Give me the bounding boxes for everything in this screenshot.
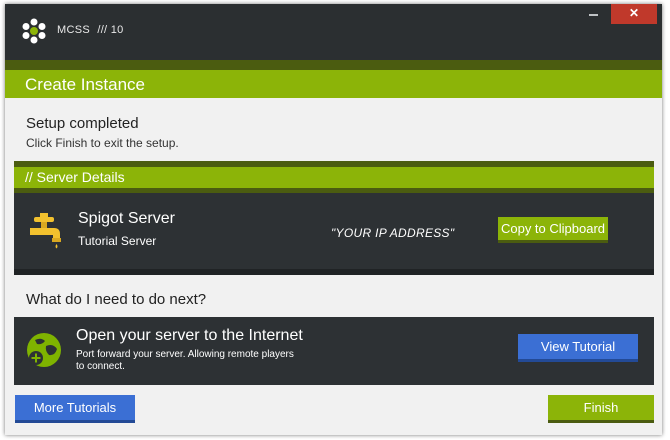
server-details-title: // Server Details [25,169,125,185]
close-icon: ✕ [628,6,640,20]
copy-to-clipboard-button[interactable]: Copy to Clipboard [498,217,608,243]
port-forward-description: Port forward your server. Allowing remot… [76,349,294,372]
minimize-button[interactable] [585,6,603,20]
globe-plus-icon [27,333,61,367]
app-window: MCSS /// 10 ✕ Create Instance Setup comp… [5,4,662,435]
server-type: Tutorial Server [78,234,157,248]
page-title: Create Instance [25,75,146,94]
server-ip-address: "YOUR IP ADDRESS" [331,226,455,240]
app-title: MCSS /// 10 [57,24,124,36]
port-forward-panel: Open your server to the Internet Port fo… [14,317,654,385]
minimize-icon [589,14,598,16]
next-steps-title: What do I need to do next? [26,291,207,308]
more-tutorials-button[interactable]: More Tutorials [15,395,135,423]
server-details-header: // Server Details [14,167,654,188]
title-bar: MCSS /// 10 ✕ [5,4,662,60]
server-panel-bottom-edge [14,269,654,275]
setup-status-title: Setup completed [26,115,139,132]
header-stripe [5,60,662,70]
app-logo-icon [22,18,46,44]
port-forward-title: Open your server to the Internet [76,327,303,344]
water-tap-icon [30,213,61,249]
view-tutorial-button[interactable]: View Tutorial [518,334,638,362]
page-header: Create Instance [5,70,662,98]
server-details-panel: Spigot Server Tutorial Server "YOUR IP A… [14,193,654,269]
server-name: Spigot Server [78,210,175,227]
app-version: /// 10 [97,24,124,36]
app-name: MCSS [57,24,90,36]
close-button[interactable]: ✕ [611,4,657,24]
finish-button[interactable]: Finish [548,395,654,423]
setup-status-subtitle: Click Finish to exit the setup. [26,136,179,150]
